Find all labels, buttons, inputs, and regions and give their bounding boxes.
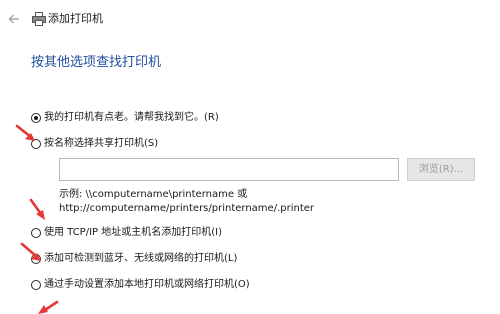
option-tcpip[interactable]: 使用 TCP/IP 地址或主机名添加打印机(I) — [31, 226, 222, 240]
radio-old-printer[interactable] — [31, 113, 41, 123]
page-heading: 按其他选项查找打印机 — [31, 55, 162, 70]
title-bar: 添加打印机 — [0, 0, 500, 38]
example-line-2: http://computername/printers/printername… — [59, 203, 315, 214]
browse-button[interactable]: 浏览(R)... — [407, 158, 475, 181]
option-shared-by-name-label: 按名称选择共享打印机(S) — [44, 138, 159, 149]
radio-manual-local[interactable] — [31, 280, 41, 290]
radio-tcpip[interactable] — [31, 228, 41, 238]
back-arrow-icon — [8, 14, 19, 24]
option-manual-local-label: 通过手动设置添加本地打印机或网络打印机(O) — [44, 279, 250, 290]
annotation-arrow-icon — [20, 242, 41, 261]
example-line-1: 示例: \\computername\printername 或 — [59, 189, 248, 200]
option-old-printer-label: 我的打印机有点老。请帮我找到它。(R) — [44, 112, 219, 123]
option-bluetooth-wireless[interactable]: 添加可检测到蓝牙、无线或网络的打印机(L) — [31, 252, 237, 266]
printer-icon — [32, 12, 46, 26]
annotation-arrow-icon — [29, 198, 45, 220]
option-bluetooth-wireless-label: 添加可检测到蓝牙、无线或网络的打印机(L) — [44, 253, 238, 264]
annotation-arrow-icon — [15, 124, 35, 141]
option-tcpip-label: 使用 TCP/IP 地址或主机名添加打印机(I) — [44, 227, 222, 238]
back-button[interactable] — [6, 11, 22, 27]
option-old-printer[interactable]: 我的打印机有点老。请帮我找到它。(R) — [31, 111, 219, 125]
annotation-arrow-icon — [38, 300, 59, 314]
shared-printer-name-input[interactable] — [59, 158, 399, 181]
option-shared-by-name[interactable]: 按名称选择共享打印机(S) — [31, 137, 158, 151]
option-manual-local[interactable]: 通过手动设置添加本地打印机或网络打印机(O) — [31, 278, 250, 292]
window-title: 添加打印机 — [48, 12, 103, 25]
